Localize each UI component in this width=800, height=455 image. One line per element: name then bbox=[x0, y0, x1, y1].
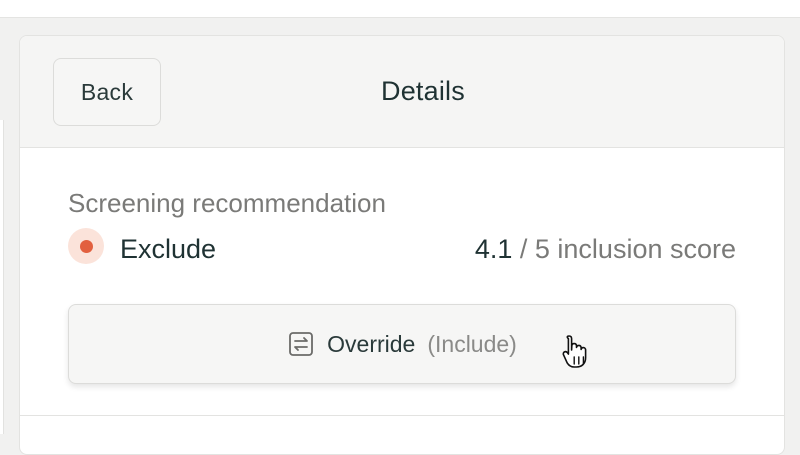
section-divider bbox=[20, 415, 784, 416]
hand-pointer-cursor-icon bbox=[562, 335, 587, 368]
screening-section: Screening recommendation Exclude 4.1 / 5… bbox=[20, 148, 784, 448]
override-label: Override bbox=[327, 330, 416, 357]
panel-header: Back Details bbox=[20, 36, 784, 148]
override-sub-label: (Include) bbox=[427, 330, 517, 357]
back-button-label: Back bbox=[80, 78, 134, 105]
screening-recommendation-label: Screening recommendation bbox=[68, 188, 386, 218]
recommendation-decision: Exclude bbox=[120, 234, 217, 264]
details-panel: Back Details Screening recommendation Ex… bbox=[19, 35, 785, 455]
top-bar bbox=[0, 0, 800, 18]
page-title: Details bbox=[381, 76, 465, 106]
score-value: 4.1 bbox=[474, 234, 513, 264]
inclusion-score: 4.1 / 5 inclusion score bbox=[475, 234, 736, 265]
score-suffix: / 5 inclusion score bbox=[519, 234, 736, 264]
left-sidebar-edge bbox=[0, 120, 4, 434]
exclude-status-icon bbox=[68, 228, 104, 264]
swap-arrows-icon bbox=[289, 332, 314, 356]
back-button[interactable]: Back bbox=[53, 58, 161, 126]
override-button[interactable]: Override (Include) bbox=[68, 304, 736, 384]
status-dot bbox=[79, 239, 93, 253]
